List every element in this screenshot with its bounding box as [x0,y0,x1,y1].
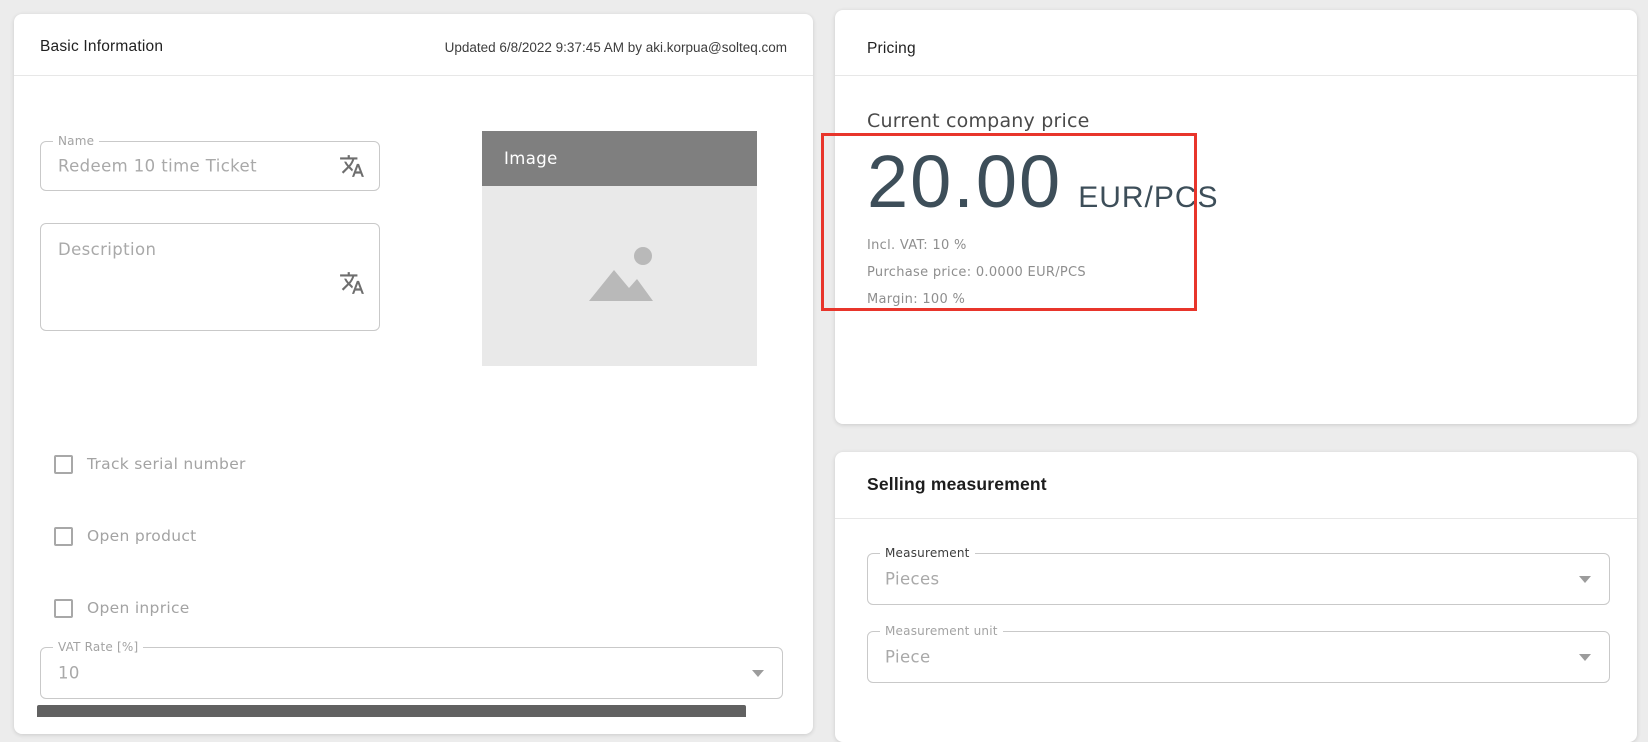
pricing-title: Pricing [867,40,916,58]
name-field[interactable]: Name Redeem 10 time Ticket [40,141,380,191]
selling-measurement-card: Selling measurement Measurement Pieces M… [835,452,1637,742]
measurement-unit-value: Piece [885,648,931,667]
incl-vat-detail: Incl. VAT: 10 % [867,238,967,253]
open-product-label: Open product [87,527,197,545]
translate-icon [339,270,365,296]
description-placeholder: Description [58,240,156,259]
basic-information-title: Basic Information [40,38,163,56]
basic-information-card: Basic Information Updated 6/8/2022 9:37:… [14,14,813,734]
vat-rate-label: VAT Rate [%] [53,640,143,654]
price-unit: EUR/PCS [1078,181,1218,215]
track-serial-number-label: Track serial number [87,455,246,473]
vat-rate-value: 10 [58,664,80,683]
chevron-down-icon [752,670,764,677]
measurement-value: Pieces [885,570,940,589]
pricing-card: Pricing Current company price 20.00 EUR/… [835,10,1637,424]
chevron-down-icon [1579,576,1591,583]
measurement-select[interactable]: Measurement Pieces [867,553,1610,605]
price-amount: 20.00 [867,146,1062,218]
open-product-checkbox[interactable] [54,527,73,546]
measurement-label: Measurement [880,546,975,560]
product-detail-page: Basic Information Updated 6/8/2022 9:37:… [0,0,1648,711]
product-image-box[interactable]: Image [482,131,757,366]
image-placeholder-icon [577,243,663,309]
measurement-unit-select[interactable]: Measurement unit Piece [867,631,1610,683]
open-inprice-row: Open inprice [54,596,190,620]
current-company-price-heading: Current company price [867,110,1090,132]
margin-detail: Margin: 100 % [867,292,965,307]
next-section-header-bar [37,705,746,717]
selling-measurement-header: Selling measurement [835,452,1637,519]
open-product-row: Open product [54,524,197,548]
basic-information-header: Basic Information Updated 6/8/2022 9:37:… [14,14,813,76]
price-row: 20.00 EUR/PCS [867,146,1219,218]
image-box-header: Image [482,131,757,186]
purchase-price-detail: Purchase price: 0.0000 EUR/PCS [867,265,1086,280]
name-field-value: Redeem 10 time Ticket [58,157,257,176]
chevron-down-icon [1579,654,1591,661]
description-field[interactable]: Description [40,223,380,331]
track-serial-number-row: Track serial number [54,452,246,476]
translate-icon [339,153,365,179]
image-placeholder-area[interactable] [482,186,757,366]
translate-description-button[interactable] [339,270,365,296]
updated-timestamp: Updated 6/8/2022 9:37:45 AM by aki.korpu… [445,40,787,55]
vat-rate-select[interactable]: VAT Rate [%] 10 [40,647,783,699]
pricing-header: Pricing [835,10,1637,76]
translate-name-button[interactable] [339,153,365,179]
track-serial-number-checkbox[interactable] [54,455,73,474]
measurement-unit-label: Measurement unit [880,624,1003,638]
name-field-label: Name [53,134,99,148]
open-inprice-label: Open inprice [87,599,190,617]
selling-measurement-title: Selling measurement [867,474,1047,495]
open-inprice-checkbox[interactable] [54,599,73,618]
